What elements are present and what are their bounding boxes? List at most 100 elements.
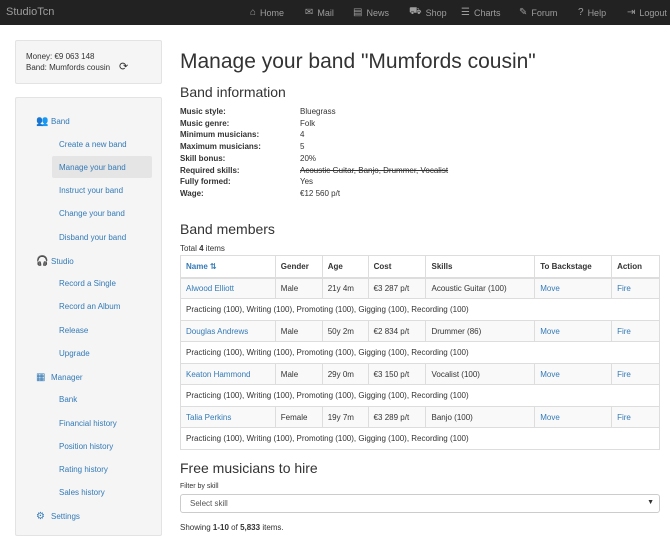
table-row: Alwood Elliott Male 21y 4m €3 287 p/t Ac…	[180, 277, 660, 299]
member-skills-line: Practicing (100), Writing (100), Promoti…	[180, 427, 660, 450]
info-value: 20%	[300, 154, 317, 163]
nav-home[interactable]: ⌂ Home	[250, 0, 284, 25]
sidebar-item-record-single[interactable]: Record a Single	[59, 279, 116, 288]
skills-row: Practicing (100), Writing (100), Promoti…	[180, 427, 660, 450]
nav-charts[interactable]: ☰ Charts	[461, 0, 500, 25]
member-skill: Vocalist (100)	[425, 363, 536, 385]
info-label: Skill bonus:	[180, 154, 226, 163]
member-cost: €3 287 p/t	[367, 277, 427, 299]
member-skills-line: Practicing (100), Writing (100), Promoti…	[180, 341, 660, 364]
sidebar-item-position-history[interactable]: Position history	[59, 442, 113, 451]
filter-label: Filter by skill	[180, 483, 219, 490]
info-value: Folk	[300, 119, 316, 128]
info-value: €12 560 p/t	[300, 189, 341, 198]
sidebar-item-instruct-band[interactable]: Instruct your band	[59, 186, 123, 195]
users-icon: 👥	[36, 116, 49, 127]
members-table: Name ⇅ Gender Age Cost Skills To Backsta…	[180, 255, 660, 450]
member-name-link[interactable]: Keaton Hammond	[186, 370, 250, 379]
table-row: Douglas Andrews Male 50y 2m €2 834 p/t D…	[180, 320, 660, 342]
skill-select[interactable]: Select skill ▼	[180, 494, 660, 513]
sidebar-item-manage-band[interactable]: Manage your band	[59, 163, 126, 172]
info-label: Maximum musicians:	[180, 142, 261, 151]
band-members-heading: Band members	[180, 221, 275, 237]
sidebar-item-upgrade[interactable]: Upgrade	[59, 349, 90, 358]
column-header-action: Action	[611, 255, 660, 279]
column-header-gender: Gender	[274, 255, 323, 279]
band-info-heading: Band information	[180, 84, 286, 100]
move-link[interactable]: Move	[540, 370, 560, 379]
member-name-link[interactable]: Alwood Elliott	[186, 284, 234, 293]
money-text: Money: €9 063 148	[26, 52, 95, 61]
move-link[interactable]: Move	[540, 327, 560, 336]
required-skills-value: Acoustic Guitar, Banjo, Drummer, Vocalis…	[300, 166, 449, 175]
nav-news[interactable]: ▤ News	[353, 0, 389, 25]
cart-icon: ⛟	[409, 6, 422, 17]
mail-icon: ✉	[305, 7, 314, 18]
news-icon: ▤	[353, 7, 363, 18]
nav-logout[interactable]: ⇥ Logout	[627, 0, 667, 25]
column-header-age: Age	[321, 255, 369, 279]
fire-link[interactable]: Fire	[617, 370, 631, 379]
nav-mail[interactable]: ✉ Mail	[305, 0, 334, 25]
column-header-backstage: To Backstage	[534, 255, 613, 279]
table-row: Keaton Hammond Male 29y 0m €3 150 p/t Vo…	[180, 363, 660, 385]
sidebar-item-financial-history[interactable]: Financial history	[59, 419, 117, 428]
headphones-icon: 🎧	[36, 256, 49, 267]
info-value: 5	[300, 142, 305, 151]
member-cost: €3 150 p/t	[367, 363, 427, 385]
member-skill: Banjo (100)	[425, 406, 536, 428]
member-age: 29y 0m	[321, 363, 369, 385]
sidebar-item-record-album[interactable]: Record an Album	[59, 302, 120, 311]
nav-forum[interactable]: ✎ Forum	[519, 0, 557, 25]
sidebar-item-release[interactable]: Release	[59, 326, 88, 335]
info-label: Music genre:	[180, 119, 230, 128]
brand-logo[interactable]: StudioTcn	[6, 6, 54, 18]
total-items: Total 4 items	[180, 244, 225, 253]
fire-link[interactable]: Fire	[617, 327, 631, 336]
table-header-row: Name ⇅ Gender Age Cost Skills To Backsta…	[180, 255, 660, 279]
member-age: 21y 4m	[321, 277, 369, 299]
member-name-link[interactable]: Talia Perkins	[186, 413, 231, 422]
info-value: Yes	[300, 177, 314, 186]
member-cost: €3 289 p/t	[367, 406, 427, 428]
info-value: Bluegrass	[300, 107, 336, 116]
member-skill: Drummer (86)	[425, 320, 536, 342]
member-gender: Male	[274, 277, 323, 299]
member-gender: Male	[274, 320, 323, 342]
help-icon: ?	[578, 7, 584, 18]
info-label: Fully formed:	[180, 177, 231, 186]
sidebar-item-disband-band[interactable]: Disband your band	[59, 233, 126, 242]
sidebar-item-create-band[interactable]: Create a new band	[59, 140, 127, 149]
move-link[interactable]: Move	[540, 284, 560, 293]
member-gender: Female	[274, 406, 323, 428]
member-skills-line: Practicing (100), Writing (100), Promoti…	[180, 384, 660, 407]
sidebar-section-manager[interactable]: ▦ Manager	[36, 372, 83, 383]
select-placeholder: Select skill	[190, 499, 228, 508]
sort-icon: ⇅	[210, 261, 217, 271]
skills-row: Practicing (100), Writing (100), Promoti…	[180, 384, 660, 407]
sidebar-item-change-band[interactable]: Change your band	[59, 209, 125, 218]
refresh-icon[interactable]: ⟳	[119, 62, 128, 73]
sidebar-item-bank[interactable]: Bank	[59, 395, 77, 404]
member-age: 19y 7m	[321, 406, 369, 428]
column-header-skills: Skills	[425, 255, 536, 279]
sidebar-section-settings[interactable]: ⚙ Settings	[36, 511, 80, 522]
sidebar-section-band[interactable]: 👥 Band	[36, 116, 70, 127]
sidebar-item-rating-history[interactable]: Rating history	[59, 465, 108, 474]
move-link[interactable]: Move	[540, 413, 560, 422]
home-icon: ⌂	[250, 7, 257, 18]
list-icon: ☰	[461, 7, 470, 18]
nav-help[interactable]: ? Help	[578, 0, 606, 25]
member-name-link[interactable]: Douglas Andrews	[186, 327, 248, 336]
nav-shop[interactable]: ⛟ Shop	[409, 0, 447, 25]
info-value: 4	[300, 130, 305, 139]
column-header-name[interactable]: Name ⇅	[180, 255, 276, 279]
fire-link[interactable]: Fire	[617, 413, 631, 422]
table-row: Talia Perkins Female 19y 7m €3 289 p/t B…	[180, 406, 660, 428]
member-skills-line: Practicing (100), Writing (100), Promoti…	[180, 298, 660, 321]
member-skill: Acoustic Guitar (100)	[425, 277, 536, 299]
sidebar-section-studio[interactable]: 🎧 Studio	[36, 256, 74, 267]
sidebar-item-sales-history[interactable]: Sales history	[59, 488, 105, 497]
fire-link[interactable]: Fire	[617, 284, 631, 293]
info-label: Required skills:	[180, 166, 240, 175]
